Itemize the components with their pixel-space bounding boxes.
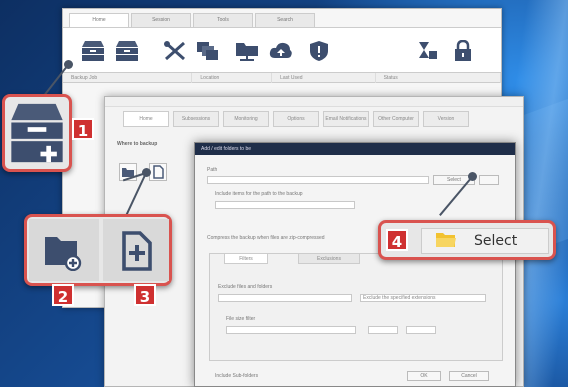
filter-input[interactable] [218, 294, 352, 302]
path-label: Path [207, 167, 218, 173]
size-unit-select[interactable] [406, 326, 436, 334]
column-last-used[interactable]: Last Used [272, 73, 376, 83]
cloud-upload-icon[interactable] [269, 40, 293, 62]
job-tab-email[interactable]: Email Notifications [323, 111, 369, 127]
description-label: Include items for the path to the backup [215, 191, 303, 197]
column-backup-job[interactable]: Backup Job [63, 73, 193, 83]
add-file-tile [103, 219, 169, 281]
file-icon [153, 165, 164, 179]
tab-home[interactable]: Home [69, 13, 129, 27]
size-value-input[interactable] [368, 326, 398, 334]
toolbar [63, 27, 501, 73]
section-label: Where to backup [117, 141, 158, 147]
size-filter-label: File size filter [226, 316, 256, 322]
tools-icon[interactable] [163, 40, 187, 62]
filter-extensions-field[interactable]: Exclude the specified extensions [360, 294, 486, 302]
cancel-button[interactable]: Cancel [449, 371, 489, 381]
copy-icon[interactable] [195, 40, 219, 62]
tab-session[interactable]: Session [131, 13, 191, 27]
job-tab-subsessions[interactable]: Subsessions [173, 111, 219, 127]
tab-search[interactable]: Search [255, 13, 315, 27]
badge-1: 1 [72, 118, 94, 140]
callout-add-buttons [24, 214, 172, 286]
tab-tools[interactable]: Tools [193, 13, 253, 27]
new-backup-icon[interactable] [81, 40, 105, 62]
new-backup-icon-large [11, 103, 63, 163]
badge-4: 4 [386, 229, 408, 251]
recurse-label[interactable]: Include Sub-folders [215, 373, 258, 379]
path-input[interactable] [207, 176, 429, 184]
tab-exclusions[interactable]: Exclusions [298, 253, 360, 264]
column-status[interactable]: Status [376, 73, 502, 83]
job-tab-options[interactable]: Options [273, 111, 319, 127]
job-tab-bar: Home Subsessions Monitoring Options Emai… [123, 111, 469, 127]
lock-icon[interactable] [451, 40, 475, 62]
browse-button-label: Select [447, 177, 461, 183]
security-shield-icon[interactable] [307, 40, 331, 62]
select-label: Select [474, 233, 518, 249]
add-file-icon [122, 231, 152, 271]
description-input[interactable] [215, 201, 355, 209]
badge-3: 3 [134, 284, 156, 306]
job-tab-version[interactable]: Version [423, 111, 469, 127]
ok-button[interactable]: OK [407, 371, 441, 381]
window-titlebar [105, 97, 523, 107]
edit-button[interactable] [479, 175, 499, 185]
scheduler-icon[interactable] [415, 40, 439, 62]
job-tab-other[interactable]: Other Computer [373, 111, 419, 127]
filter-group: Filters Exclusions Exclude files and fol… [209, 253, 503, 361]
add-folder-tile [29, 219, 99, 281]
network-folder-icon[interactable] [235, 40, 259, 62]
add-file-button[interactable] [149, 163, 167, 181]
badge-2: 2 [52, 284, 74, 306]
dialog-title: Add / edit folders to be [195, 143, 515, 155]
job-list-header: Backup Job Location Last Used Status [63, 73, 502, 83]
main-tab-bar: Home Session Tools Search [69, 13, 315, 27]
size-filter-input[interactable] [226, 326, 356, 334]
job-tab-home[interactable]: Home [123, 111, 169, 127]
backup-box-icon[interactable] [115, 40, 139, 62]
tab-filters[interactable]: Filters [224, 253, 268, 264]
filter-label: Exclude files and folders [218, 284, 273, 290]
job-tab-monitoring[interactable]: Monitoring [223, 111, 269, 127]
add-folder-icon [45, 237, 82, 271]
column-location[interactable]: Location [192, 73, 273, 83]
compress-checkbox-label[interactable]: Compress the backup when files are zip-c… [207, 235, 377, 241]
callout-new-backup [2, 94, 72, 172]
folder-open-icon [436, 233, 456, 247]
